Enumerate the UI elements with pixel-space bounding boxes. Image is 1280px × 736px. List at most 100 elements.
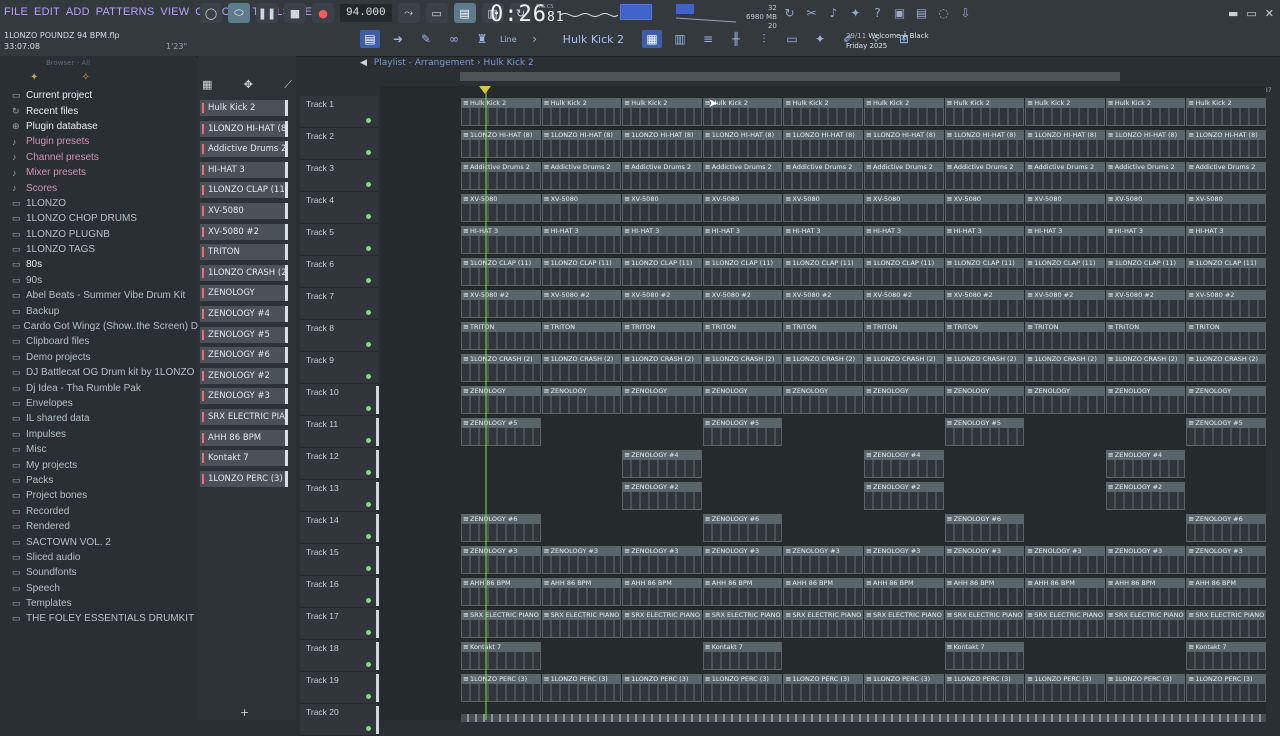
pattern-clip[interactable]: 1LONZO CLAP (11) <box>783 258 863 286</box>
pattern-clip[interactable]: Kontakt 7 <box>702 642 783 670</box>
pattern-clip[interactable]: Addictive Drums 2 <box>1105 162 1186 190</box>
picker-item[interactable]: ZENOLOGY #4 <box>200 306 288 322</box>
pattern-clip[interactable]: XV-5080 #2 <box>461 290 541 318</box>
pattern-clip[interactable]: XV-5080 #2 <box>702 290 783 318</box>
browser-item[interactable]: ▭ Sliced audio <box>0 550 196 565</box>
browser-item[interactable]: ▭ Misc <box>0 442 196 457</box>
pattern-clip[interactable]: 1LONZO CRASH (2) <box>461 354 541 382</box>
link-icon[interactable]: ∞ <box>444 30 464 48</box>
browser-item[interactable]: ▭ Dj Idea - Tha Rumble Pak <box>0 380 196 395</box>
track-header[interactable]: Track 19 <box>300 672 378 704</box>
pattern-clip[interactable]: ZENOLOGY <box>783 386 863 414</box>
pattern-clip[interactable]: 1LONZO CRASH (2) <box>702 354 783 382</box>
pattern-clip[interactable]: SRX ELECTRIC PIANO <box>1105 610 1186 638</box>
wrench-icon[interactable]: ✦ <box>848 6 863 21</box>
pattern-clip[interactable]: TRITON <box>1025 322 1105 350</box>
pattern-clip[interactable]: HI-HAT 3 <box>541 226 622 254</box>
save-icon[interactable]: ▣ <box>892 6 907 21</box>
pattern-clip[interactable]: XV-5080 <box>944 194 1025 222</box>
track-header[interactable]: Track 17 <box>300 608 378 640</box>
browser-item[interactable]: ▭ Backup <box>0 303 196 318</box>
pattern-clip[interactable]: 1LONZO CLAP (11) <box>622 258 702 286</box>
pattern-clip[interactable]: XV-5080 #2 <box>622 290 702 318</box>
pattern-clip[interactable]: 1LONZO CRASH (2) <box>1025 354 1105 382</box>
picker-item[interactable]: XV-5080 <box>200 203 288 219</box>
track-header[interactable]: Track 10 <box>300 384 378 416</box>
menu-item-view[interactable]: VIEW <box>160 6 189 18</box>
pattern-clip[interactable]: Hulk Kick 2 <box>1025 98 1105 126</box>
playhead[interactable] <box>485 86 487 720</box>
picker-item[interactable]: Hulk Kick 2 <box>200 100 288 116</box>
pattern-clip[interactable]: ZENOLOGY #3 <box>461 546 541 574</box>
step-edit-icon[interactable]: ▭ <box>425 3 448 23</box>
track-mute-led[interactable] <box>366 278 371 283</box>
pattern-clip[interactable]: XV-5080 <box>702 194 783 222</box>
pattern-clip[interactable]: ZENOLOGY #3 <box>541 546 622 574</box>
news-panel[interactable]: 29/11 Welcome Ä Black Friday 2025 <box>846 31 929 51</box>
track-header[interactable]: Track 12 <box>300 448 378 480</box>
browser-item[interactable]: ▭ Cardo Got Wingz (Show..the Screen) Drum… <box>0 319 225 334</box>
sort-icon[interactable]: ✦ <box>30 72 38 83</box>
pattern-clip[interactable]: ZENOLOGY #3 <box>1186 546 1266 574</box>
pattern-clip[interactable]: XV-5080 #2 <box>541 290 622 318</box>
track-mute-led[interactable] <box>366 662 371 667</box>
picker-item[interactable]: 1LONZO HI-HAT (8) <box>200 120 288 137</box>
pattern-clip[interactable]: AHH 86 BPM <box>1025 578 1105 606</box>
pattern-clip[interactable]: AHH 86 BPM <box>783 578 863 606</box>
playlist-icon[interactable]: ▤ <box>360 30 380 48</box>
stop-button[interactable]: ■ <box>284 3 306 23</box>
track-mute-led[interactable] <box>366 598 371 603</box>
pattern-clip[interactable]: ZENOLOGY #3 <box>1025 546 1105 574</box>
pattern-clip[interactable]: AHH 86 BPM <box>461 578 541 606</box>
pencil-icon[interactable]: ✎ <box>416 30 436 48</box>
picker-item[interactable]: XV-5080 #2 <box>200 223 288 240</box>
pattern-clip[interactable]: HI-HAT 3 <box>702 226 783 254</box>
pattern-song-toggle[interactable]: ⬭ <box>228 3 250 23</box>
pattern-clip[interactable]: 1LONZO PERC (3) <box>541 674 622 702</box>
pattern-clip[interactable]: TRITON <box>461 322 541 350</box>
track-header[interactable]: Track 2 <box>300 128 378 160</box>
picker-item[interactable]: ZENOLOGY #2 <box>200 367 288 384</box>
pattern-clip[interactable]: 1LONZO CLAP (11) <box>944 258 1025 286</box>
pattern-clip[interactable]: 1LONZO CLAP (11) <box>702 258 783 286</box>
pattern-clip[interactable]: 1LONZO HI-HAT (8) <box>864 130 944 158</box>
browser-icon[interactable]: ⫶ <box>754 30 774 48</box>
browser-item[interactable]: ▭ Abel Beats - Summer Vibe Drum Kit <box>0 288 196 303</box>
pattern-clip[interactable]: Hulk Kick 2 <box>1186 98 1266 126</box>
pattern-clip[interactable]: Hulk Kick 2 <box>622 98 702 126</box>
browser-item[interactable]: ▭ 90s <box>0 273 196 288</box>
pattern-clip[interactable]: 1LONZO PERC (3) <box>1186 674 1266 702</box>
pattern-clip[interactable]: ZENOLOGY <box>461 386 541 414</box>
close-button[interactable]: ✕ <box>1265 7 1274 20</box>
stamp-icon[interactable]: ♜ <box>472 30 492 48</box>
pattern-clip[interactable]: ZENOLOGY #3 <box>864 546 944 574</box>
pattern-clip[interactable]: SRX ELECTRIC PIANO <box>864 610 944 638</box>
chat-icon[interactable]: ◌ <box>936 6 951 21</box>
track-header[interactable]: Track 16 <box>300 576 378 608</box>
browser-item[interactable]: ▭ 1LONZO <box>0 196 196 211</box>
record-button[interactable]: ● <box>312 3 334 23</box>
browser-item[interactable]: ▭ Templates <box>0 596 196 611</box>
tempo-display[interactable]: 94.000 <box>340 4 392 22</box>
track-mute-led[interactable] <box>366 566 371 571</box>
picker-item[interactable]: ZENOLOGY <box>200 285 288 302</box>
picker-brush-icon[interactable]: ⟋ <box>284 78 292 92</box>
browser-item[interactable]: ▭ Demo projects <box>0 350 196 365</box>
minimize-button[interactable]: ▬ <box>1228 7 1238 20</box>
pattern-clip[interactable]: ZENOLOGY #5 <box>1186 418 1266 446</box>
track-mute-led[interactable] <box>366 726 371 731</box>
track-header[interactable]: Track 18 <box>300 640 378 672</box>
pattern-clip[interactable]: XV-5080 #2 <box>783 290 863 318</box>
picker-item[interactable]: TRITON <box>200 244 288 261</box>
browser-item[interactable]: ▭ Speech <box>0 581 196 596</box>
pattern-clip[interactable]: 1LONZO CRASH (2) <box>864 354 944 382</box>
track-header[interactable]: Track 8 <box>300 320 378 352</box>
pattern-clip[interactable]: Addictive Drums 2 <box>541 162 622 190</box>
pattern-clip[interactable]: HI-HAT 3 <box>622 226 702 254</box>
pattern-clip[interactable]: ZENOLOGY #4 <box>622 450 702 478</box>
track-mute-led[interactable] <box>366 310 371 315</box>
pattern-clip[interactable]: ZENOLOGY #6 <box>702 514 783 542</box>
pattern-clip[interactable]: Kontakt 7 <box>944 642 1025 670</box>
pattern-clip[interactable]: ZENOLOGY #3 <box>622 546 702 574</box>
pattern-clip[interactable]: 1LONZO PERC (3) <box>702 674 783 702</box>
